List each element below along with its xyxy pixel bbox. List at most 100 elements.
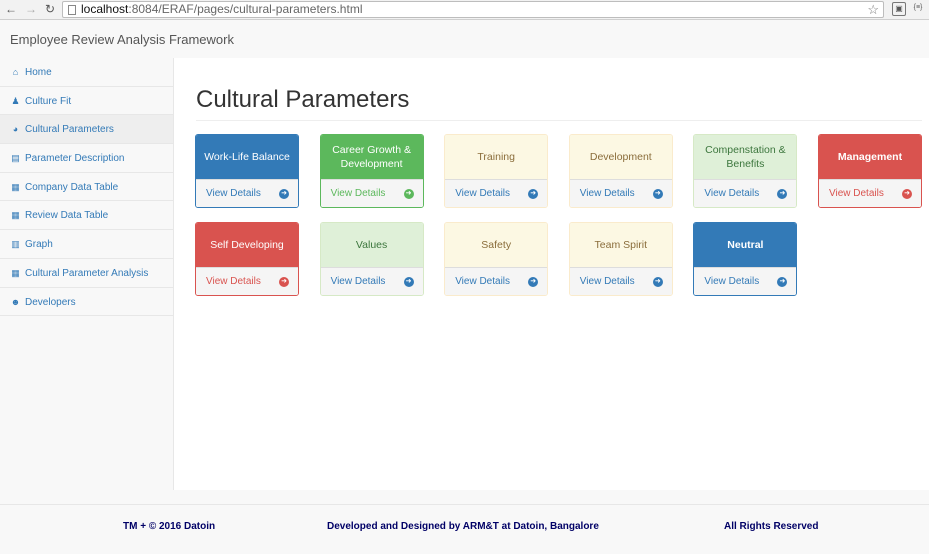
arrow-circle-right-icon: ➜ <box>528 189 539 199</box>
footer-copyright: TM + © 2016 Datoin <box>123 521 216 532</box>
parameter-panel-training: Training View Details ➜ <box>444 134 549 208</box>
view-details-label: View Details <box>579 275 635 287</box>
view-details-label: View Details <box>455 275 511 287</box>
table-icon: ▦ <box>11 210 20 221</box>
top-navbar: Employee Review Analysis Framework <box>0 21 929 59</box>
footer: TM + © 2016 Datoin Developed and Designe… <box>0 504 929 554</box>
panel-heading: Training <box>445 135 548 179</box>
view-details-label: View Details <box>206 188 261 199</box>
view-details-link[interactable]: View Details ➜ <box>694 266 797 295</box>
sidebar-item-company-data-table[interactable]: ▦ Company Data Table <box>0 173 173 202</box>
view-details-link[interactable]: View Details ➜ <box>569 266 672 295</box>
sidebar-item-cultural-parameters[interactable]: ◕ Cultural Parameters <box>0 115 173 145</box>
parameter-panel-self-developing: Self Developing View Details ➜ <box>195 221 299 296</box>
parameter-panel-compenstation-benefits: Compenstation & Benefits View Details ➜ <box>693 134 798 208</box>
view-details-link[interactable]: View Details ➜ <box>196 179 298 207</box>
parameter-panel-career-growth-development: Career Growth & Development View Details ➜ <box>319 134 424 208</box>
parameter-panel-development: Development View Details ➜ <box>568 134 673 208</box>
extension-icon[interactable]: ▣ <box>892 2 906 16</box>
view-details-link[interactable]: View Details ➜ <box>569 179 672 207</box>
view-details-label: View Details <box>704 188 760 199</box>
panel-heading: Career Growth & Development <box>320 135 423 179</box>
extension-json-icon[interactable]: {≡} <box>911 2 925 16</box>
parameter-panel-safety: Safety View Details ➜ <box>444 221 549 296</box>
browser-toolbar: ← → ↻ localhost:8084/ERAF/pages/cultural… <box>0 0 929 20</box>
arrow-circle-right-icon: ➜ <box>528 276 539 287</box>
sidebar-item-label: Cultural Parameter Analysis <box>25 267 149 279</box>
sidebar-item-parameter-description[interactable]: ▤ Parameter Description <box>0 144 173 173</box>
view-details-label: View Details <box>455 188 511 199</box>
panel-heading: Values <box>320 222 423 267</box>
sidebar-item-home[interactable]: ⌂ Home <box>0 58 173 87</box>
sidebar-item-developers[interactable]: ☻ Developers <box>0 288 173 317</box>
sidebar-item-review-data-table[interactable]: ▦ Review Data Table <box>0 201 173 231</box>
parameter-panel-values: Values View Details ➜ <box>319 221 424 296</box>
arrow-circle-right-icon: ➜ <box>902 189 912 199</box>
panel-heading: Development <box>569 135 672 179</box>
table-icon: ▦ <box>11 267 20 278</box>
parameter-panel-team-spirit: Team Spirit View Details ➜ <box>568 221 673 296</box>
back-icon[interactable]: ← <box>4 2 18 16</box>
view-details-label: View Details <box>330 188 386 199</box>
view-details-label: View Details <box>829 188 884 199</box>
main-content: Cultural Parameters Work-Life Balance Vie… <box>174 58 929 490</box>
footer-rights: All Rights Reserved <box>724 521 819 532</box>
view-details-link[interactable]: View Details ➜ <box>320 179 423 207</box>
arrow-circle-right-icon: ➜ <box>403 189 414 199</box>
sidebar: ⌂ Home ♟ Culture Fit ◕ Cultural Parameters ▤ Pa… <box>0 58 174 490</box>
view-details-link[interactable]: View Details ➜ <box>694 179 797 207</box>
url-path: :8084/ERAF/pages/cultural-parameters.htm… <box>128 2 363 16</box>
footer-credits: Developed and Designed by ARM&T at Datoi… <box>327 521 599 532</box>
sidebar-item-label: Culture Fit <box>25 95 72 107</box>
view-details-link[interactable]: View Details ➜ <box>196 266 298 295</box>
page-icon <box>68 5 76 15</box>
view-details-link[interactable]: View Details ➜ <box>445 179 548 207</box>
reload-icon[interactable]: ↻ <box>43 2 57 16</box>
view-details-label: View Details <box>206 275 261 287</box>
sidebar-item-label: Parameter Description <box>25 153 125 165</box>
view-details-label: View Details <box>704 275 760 287</box>
navbar-brand[interactable]: Employee Review Analysis Framework <box>10 32 234 47</box>
sidebar-item-label: Review Data Table <box>25 210 109 222</box>
group-icon: ☻ <box>10 296 21 307</box>
forward-icon[interactable]: → <box>24 2 38 16</box>
sidebar-item-label: Graph <box>25 239 53 251</box>
panel-heading: Compenstation & Benefits <box>694 135 797 179</box>
home-icon: ⌂ <box>12 67 19 77</box>
panel-heading: Work-Life Balance <box>196 135 298 179</box>
arrow-circle-right-icon: ➜ <box>279 189 289 199</box>
table-icon: ▦ <box>11 181 20 192</box>
sidebar-item-label: Company Data Table <box>25 181 119 193</box>
sidebar-item-cultural-parameter-analysis[interactable]: ▦ Cultural Parameter Analysis <box>0 259 173 288</box>
view-details-link[interactable]: View Details ➜ <box>445 266 548 295</box>
sidebar-item-culture-fit[interactable]: ♟ Culture Fit <box>0 87 173 116</box>
arrow-circle-right-icon: ➜ <box>777 276 788 287</box>
title-divider <box>196 120 922 121</box>
parameter-panel-neutral: Neutral View Details ➜ <box>693 221 798 296</box>
sidebar-item-label: Home <box>25 67 52 78</box>
arrow-circle-right-icon: ➜ <box>279 276 289 287</box>
arrow-circle-right-icon: ➜ <box>777 189 788 199</box>
parameter-panel-work-life-balance: Work-Life Balance View Details ➜ <box>195 134 299 208</box>
panel-heading: Team Spirit <box>569 222 672 267</box>
parameter-panel-management: Management View Details ➜ <box>818 134 922 208</box>
view-details-link[interactable]: View Details ➜ <box>320 266 423 295</box>
view-details-label: View Details <box>330 275 386 287</box>
panel-heading: Safety <box>445 222 548 267</box>
panel-heading: Neutral <box>694 222 797 267</box>
sidebar-item-graph[interactable]: ▥ Graph <box>0 230 173 259</box>
page-title: Cultural Parameters <box>196 86 410 113</box>
arrow-circle-right-icon: ➜ <box>652 276 663 287</box>
bookmark-star-icon[interactable]: ☆ <box>867 2 879 17</box>
arrow-circle-right-icon: ➜ <box>403 276 414 287</box>
address-bar[interactable]: localhost:8084/ERAF/pages/cultural-param… <box>62 1 884 18</box>
view-details-link[interactable]: View Details ➜ <box>819 179 921 207</box>
users-icon: ♟ <box>11 95 20 106</box>
sidebar-item-label: Developers <box>25 296 76 308</box>
gauge-icon: ◕ <box>12 124 19 135</box>
panel-heading: Management <box>819 135 921 179</box>
url-host: localhost <box>81 2 129 16</box>
sidebar-item-label: Cultural Parameters <box>25 124 114 136</box>
file-icon: ▤ <box>11 153 20 164</box>
bar-chart-icon: ▥ <box>11 239 20 250</box>
